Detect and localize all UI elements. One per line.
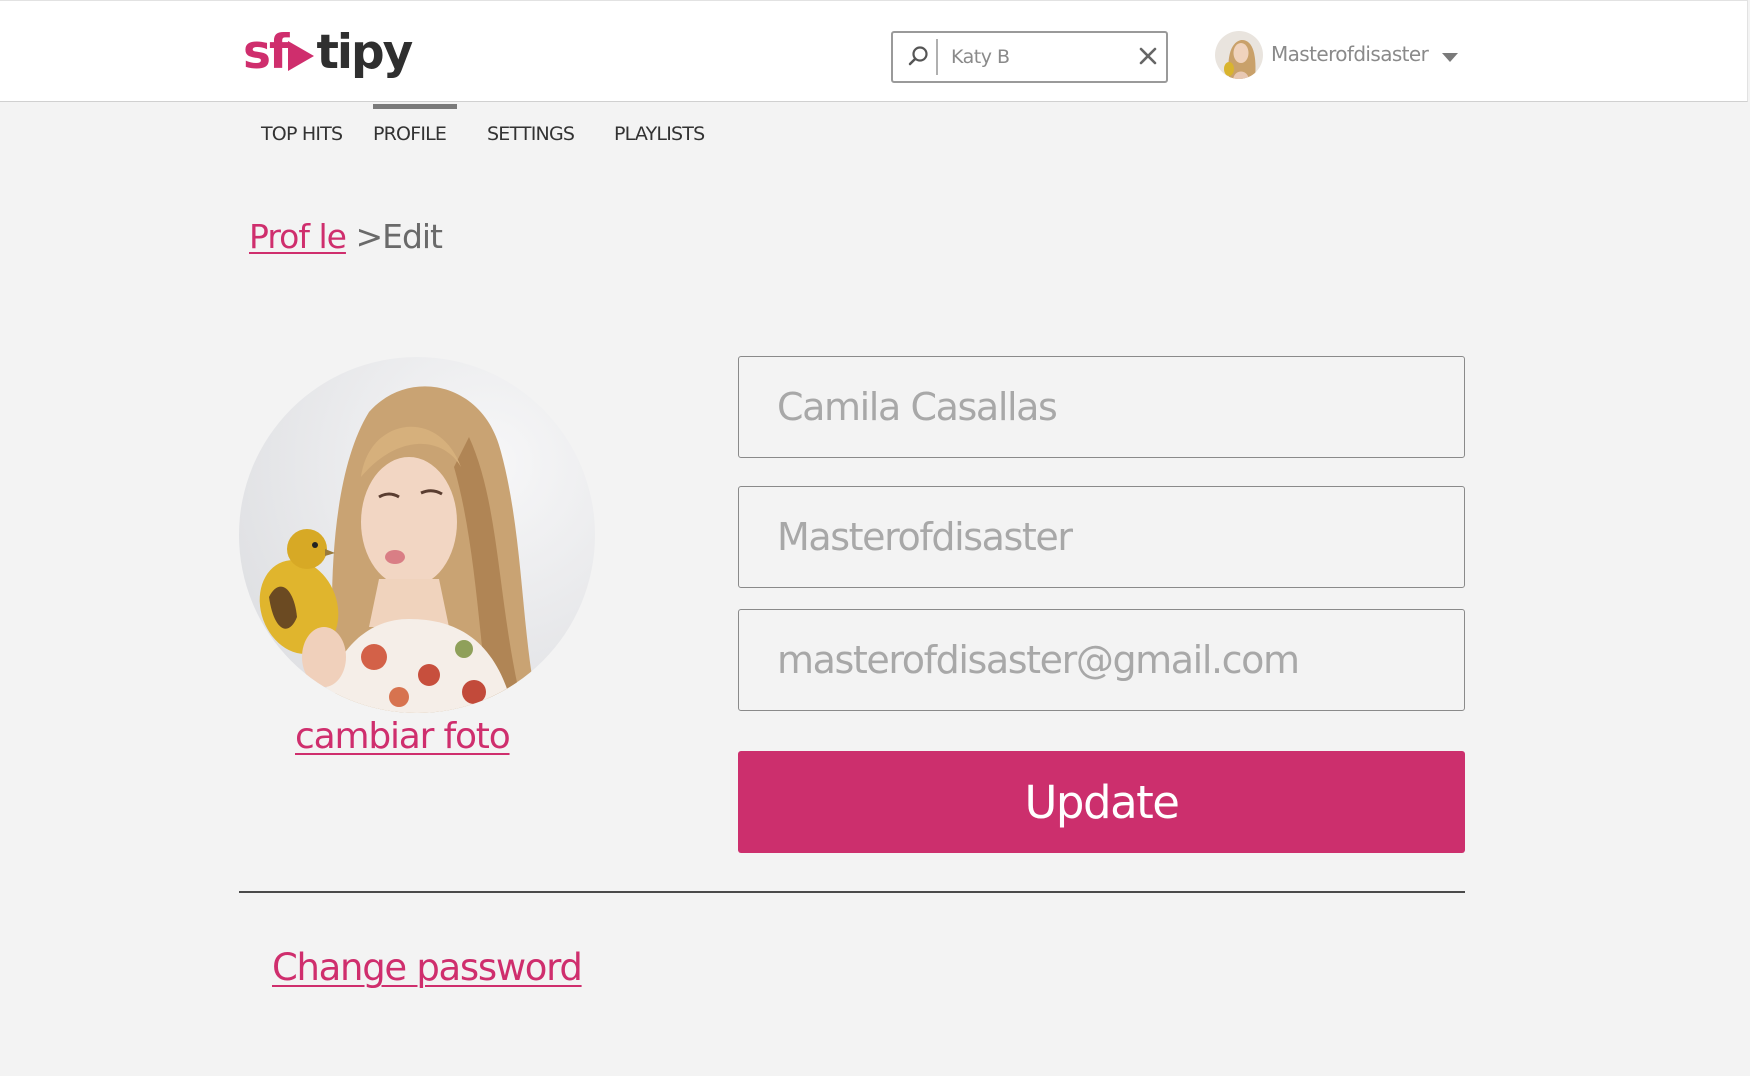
top-header: sftipy Masterofdisaster	[0, 0, 1748, 102]
logo-text-end: tipy	[316, 25, 413, 80]
logo-text-start: sf	[243, 25, 289, 80]
chevron-down-icon[interactable]	[1442, 53, 1458, 62]
main-nav: TOP HITS PROFILE SETTINGS PLAYLISTS	[0, 102, 1750, 152]
full-name-field[interactable]	[738, 356, 1465, 458]
change-password-link[interactable]: Change password	[272, 946, 583, 989]
breadcrumb-current: Edit	[382, 217, 443, 256]
username-field[interactable]	[738, 486, 1465, 588]
change-photo-link[interactable]: cambiar foto	[295, 716, 511, 757]
section-divider	[239, 891, 1465, 893]
tab-playlists[interactable]: PLAYLISTS	[614, 102, 705, 152]
breadcrumb-profile-link[interactable]: Prof le	[249, 217, 347, 256]
profile-photo	[239, 357, 595, 713]
app-logo[interactable]: sf tipy	[243, 23, 413, 83]
update-button[interactable]: Update	[738, 751, 1465, 853]
close-icon[interactable]	[1137, 45, 1159, 67]
search-box[interactable]	[891, 31, 1168, 83]
breadcrumb-separator: >	[355, 217, 383, 256]
avatar[interactable]	[1215, 31, 1263, 79]
play-icon	[288, 41, 315, 71]
tab-top-hits[interactable]: TOP HITS	[261, 102, 343, 152]
search-icon[interactable]	[905, 43, 931, 69]
tab-settings[interactable]: SETTINGS	[487, 102, 575, 152]
email-field[interactable]	[738, 609, 1465, 711]
user-name[interactable]: Masterofdisaster	[1271, 42, 1429, 66]
search-input[interactable]	[951, 41, 1121, 73]
breadcrumb: Prof le >Edit	[249, 217, 443, 256]
search-divider	[936, 39, 938, 75]
tab-profile[interactable]: PROFILE	[373, 102, 458, 152]
